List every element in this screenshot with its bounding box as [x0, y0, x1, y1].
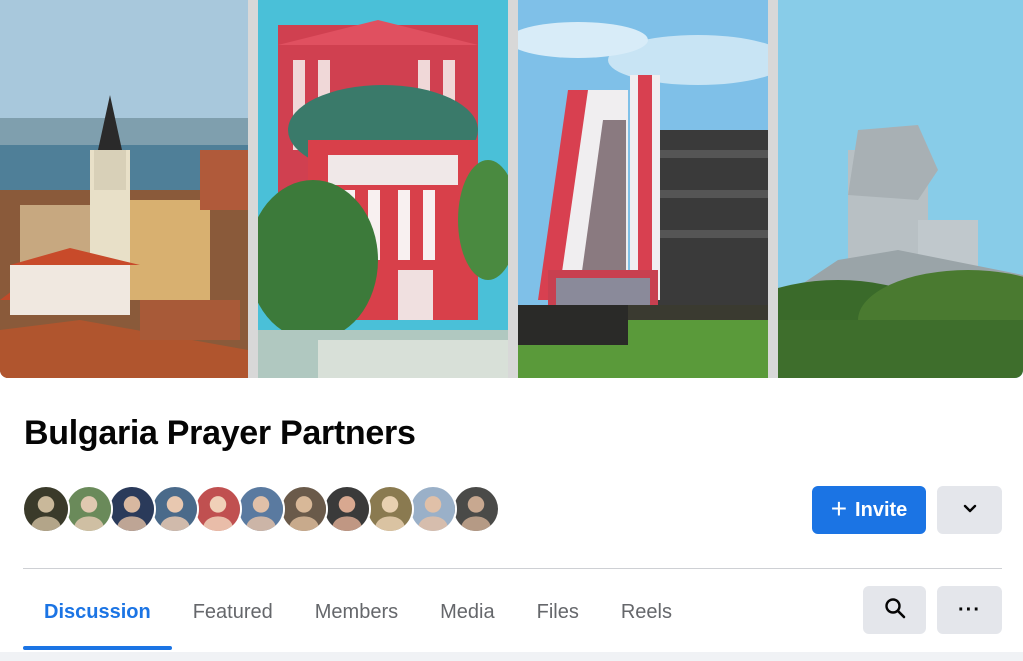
member-avatar[interactable] [409, 485, 457, 533]
cover-photo-modern-tower [518, 0, 768, 378]
member-avatar[interactable] [22, 485, 70, 533]
plus-icon: + [830, 492, 848, 524]
group-title: Bulgaria Prayer Partners [24, 414, 416, 452]
tab-files[interactable]: Files [516, 578, 600, 646]
member-avatar[interactable] [452, 485, 500, 533]
group-tabs: Discussion Featured Members Media Files Reels [23, 578, 693, 650]
cover-photo-monument [778, 0, 1023, 378]
search-icon [884, 597, 906, 624]
member-avatar[interactable] [323, 485, 371, 533]
tab-featured[interactable]: Featured [172, 578, 294, 646]
tab-members[interactable]: Members [294, 578, 419, 646]
cover-photo-church-city [0, 0, 248, 378]
member-avatar[interactable] [194, 485, 242, 533]
cover-photo[interactable] [0, 0, 1023, 378]
search-button[interactable] [863, 586, 926, 634]
invite-button[interactable]: + Invite [812, 486, 926, 534]
tab-media[interactable]: Media [419, 578, 515, 646]
chevron-down-icon [962, 500, 978, 521]
dropdown-button[interactable] [937, 486, 1002, 534]
member-avatar[interactable] [366, 485, 414, 533]
content-area-edge [0, 652, 1023, 661]
more-options-button[interactable]: ··· [937, 586, 1002, 634]
member-avatar[interactable] [280, 485, 328, 533]
member-avatars[interactable] [22, 485, 500, 535]
divider [23, 568, 1002, 569]
tab-reels[interactable]: Reels [600, 578, 693, 646]
member-avatar[interactable] [108, 485, 156, 533]
member-avatar[interactable] [151, 485, 199, 533]
tab-discussion[interactable]: Discussion [23, 578, 172, 650]
invite-label: Invite [855, 498, 908, 521]
cover-photo-opera-house [258, 0, 508, 378]
more-icon: ··· [958, 598, 981, 621]
member-avatar[interactable] [237, 485, 285, 533]
member-avatar[interactable] [65, 485, 113, 533]
